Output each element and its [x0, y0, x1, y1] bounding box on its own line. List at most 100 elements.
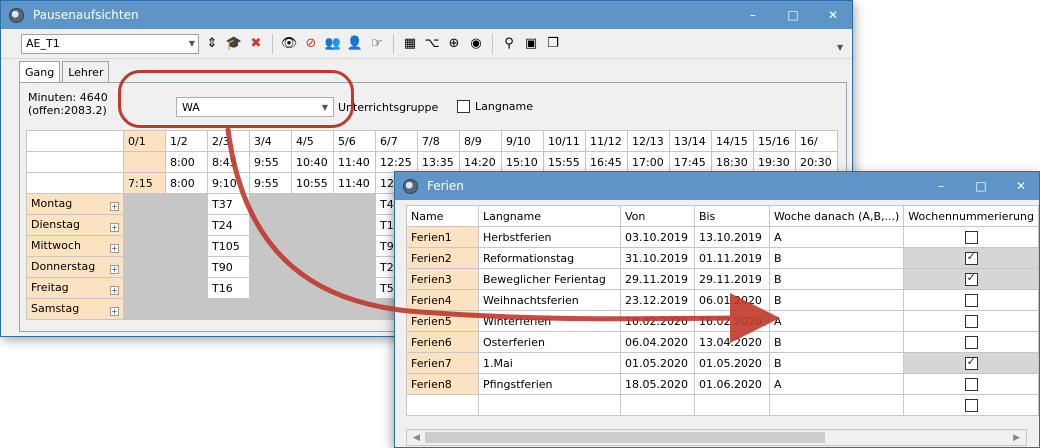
empty-cell[interactable]: [406, 394, 479, 416]
expand-icon[interactable]: +: [110, 265, 119, 274]
ferien-nummerierung-cell[interactable]: [903, 310, 1039, 332]
ferien-von-cell[interactable]: 31.10.2019: [619, 247, 695, 269]
ferien-bis-cell[interactable]: 06.01.2020: [693, 289, 770, 311]
ferien-name-cell[interactable]: Ferien2: [406, 247, 479, 269]
langname-checkbox[interactable]: [457, 100, 470, 113]
ferien-nummerierung-cell[interactable]: [903, 373, 1039, 395]
grid-cell[interactable]: [249, 298, 292, 320]
grid-cell[interactable]: [333, 298, 376, 320]
wochennummerierung-checkbox[interactable]: [964, 230, 978, 244]
image-icon[interactable]: ▣: [521, 34, 541, 54]
ferien-langname-cell[interactable]: Winterferien: [477, 310, 621, 332]
grid-cell[interactable]: [249, 277, 292, 299]
ferien-name-cell[interactable]: Ferien1: [406, 226, 479, 248]
empty-cell[interactable]: [619, 394, 695, 416]
expand-icon[interactable]: +: [110, 202, 119, 211]
day-label[interactable]: Dienstag +: [26, 214, 124, 236]
ferien-name-cell[interactable]: Ferien7: [406, 352, 479, 374]
ferien-bis-cell[interactable]: 01.06.2020: [693, 373, 770, 395]
table-row[interactable]: Ferien5 Winterferien 10.02.2020 16.02.2020 A: [406, 310, 1039, 332]
ferien-langname-cell[interactable]: Weihnachtsferien: [477, 289, 621, 311]
ferien-langname-cell[interactable]: 1.Mai: [477, 352, 621, 374]
grid-cell[interactable]: [207, 298, 250, 320]
scroll-left-icon[interactable]: ◀: [413, 433, 420, 443]
column-header[interactable]: 2/3: [207, 130, 250, 152]
column-header[interactable]: 10/11: [543, 130, 586, 152]
grid-cell[interactable]: [291, 214, 334, 236]
wochennummerierung-checkbox[interactable]: [964, 398, 978, 412]
ferien-langname-cell[interactable]: Pfingstferien: [477, 373, 621, 395]
ferien-nummerierung-cell[interactable]: [903, 247, 1039, 269]
eye-icon[interactable]: 👁: [279, 34, 299, 54]
scroll-right-icon[interactable]: ▶: [1013, 433, 1020, 443]
ferien-woche-cell[interactable]: B: [768, 247, 905, 269]
scroll-thumb[interactable]: [425, 432, 825, 443]
ferien-nummerierung-cell[interactable]: [903, 226, 1039, 248]
wochennummerierung-checkbox[interactable]: [964, 355, 978, 370]
grid-cell[interactable]: [249, 193, 292, 215]
graduation-cap-icon[interactable]: 🎓: [224, 34, 244, 54]
ferien-woche-cell[interactable]: B: [768, 268, 905, 290]
column-header[interactable]: 4/5: [291, 130, 334, 152]
day-label[interactable]: Montag +: [26, 193, 124, 215]
column-header[interactable]: 6/7: [375, 130, 418, 152]
grid-cell[interactable]: [291, 193, 334, 215]
ferien-von-cell[interactable]: 03.10.2019: [619, 226, 695, 248]
empty-cell[interactable]: [768, 394, 905, 416]
wochennummerierung-checkbox[interactable]: [964, 293, 978, 307]
ferien-nummerierung-cell[interactable]: [903, 331, 1039, 353]
grid-cell[interactable]: T16: [207, 277, 250, 299]
ferien-nummerierung-cell[interactable]: [903, 268, 1039, 290]
table-row[interactable]: Ferien8 Pfingstferien 18.05.2020 01.06.2020…: [406, 373, 1039, 395]
ferien-name-cell[interactable]: Ferien6: [406, 331, 479, 353]
new-row[interactable]: [406, 394, 1039, 416]
column-header[interactable]: Bis: [693, 205, 770, 227]
grid-cell[interactable]: [291, 298, 334, 320]
ferien-woche-cell[interactable]: A: [768, 373, 905, 395]
ferien-woche-cell[interactable]: B: [768, 289, 905, 311]
ferien-von-cell[interactable]: 06.04.2020: [619, 331, 695, 353]
column-header[interactable]: Langname: [477, 205, 621, 227]
column-header[interactable]: Wochennummerierung: [903, 205, 1039, 227]
grid-cell[interactable]: [165, 277, 208, 299]
column-header[interactable]: 1/2: [165, 130, 208, 152]
table-row[interactable]: Ferien1 Herbstferien 03.10.2019 13.10.2019 A: [406, 226, 1039, 248]
close-button[interactable]: ✕: [813, 1, 853, 29]
delete-icon[interactable]: ✖: [246, 34, 266, 54]
column-header[interactable]: Von: [619, 205, 695, 227]
ferien-von-cell[interactable]: 18.05.2020: [619, 373, 695, 395]
ferien-von-cell[interactable]: 29.11.2019: [619, 268, 695, 290]
wochennummerierung-checkbox[interactable]: [964, 377, 978, 391]
grid-cell[interactable]: [165, 256, 208, 278]
grid-cell[interactable]: [333, 256, 376, 278]
book-icon[interactable]: ❐: [543, 34, 563, 54]
table-row[interactable]: Ferien3 Beweglicher Ferientag 29.11.2019 29…: [406, 268, 1039, 290]
grid-cell[interactable]: [249, 214, 292, 236]
people-icon[interactable]: 👥: [323, 34, 343, 54]
grid-cell[interactable]: [333, 193, 376, 215]
column-header[interactable]: 16/: [795, 130, 838, 152]
grid-cell[interactable]: T90: [207, 256, 250, 278]
grid-cell[interactable]: [333, 214, 376, 236]
ferien-langname-cell[interactable]: Beweglicher Ferientag: [477, 268, 621, 290]
ferien-von-cell[interactable]: 23.12.2019: [619, 289, 695, 311]
wochennummerierung-checkbox[interactable]: [964, 335, 978, 349]
grid-cell[interactable]: [123, 298, 166, 320]
day-label[interactable]: Donnerstag +: [26, 256, 124, 278]
table-row[interactable]: Ferien4 Weihnachtsferien 23.12.2019 06.01.2…: [406, 289, 1039, 311]
ferien-bis-cell[interactable]: 13.04.2020: [693, 331, 770, 353]
grid-cell[interactable]: [123, 277, 166, 299]
toolbar-chevron-icon[interactable]: ▼: [837, 43, 843, 52]
column-header[interactable]: 5/6: [333, 130, 376, 152]
grid-cell[interactable]: [123, 214, 166, 236]
empty-cell[interactable]: [477, 394, 621, 416]
column-header[interactable]: 0/1: [123, 130, 166, 152]
ferien-langname-cell[interactable]: Herbstferien: [477, 226, 621, 248]
grid-cell[interactable]: [249, 235, 292, 257]
ferien-bis-cell[interactable]: 16.02.2020: [693, 310, 770, 332]
grid-cell[interactable]: [165, 214, 208, 236]
eye-off-icon[interactable]: ⊘: [301, 34, 321, 54]
ferien-woche-cell[interactable]: A: [768, 226, 905, 248]
horizontal-scrollbar[interactable]: ◀ ▶: [406, 429, 1027, 446]
table-row[interactable]: Ferien7 1.Mai 01.05.2020 01.05.2020 B: [406, 352, 1039, 374]
